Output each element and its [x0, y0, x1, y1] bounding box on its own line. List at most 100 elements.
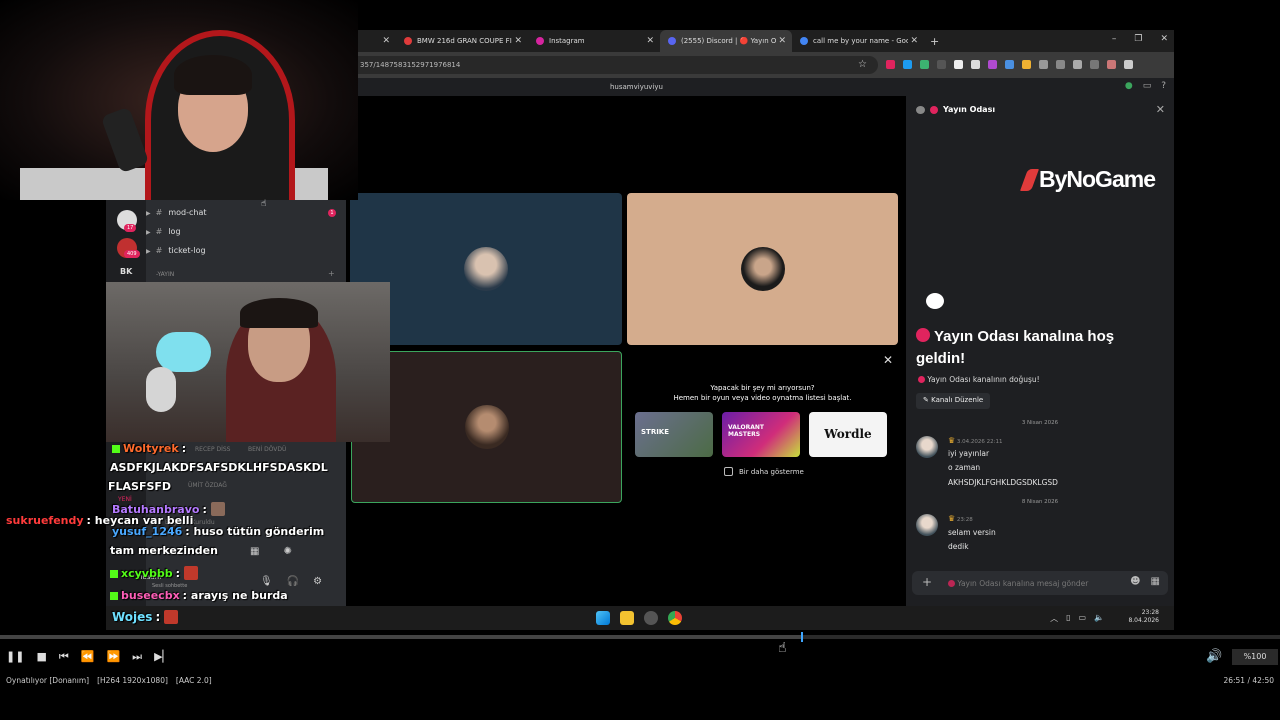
emote-icon	[210, 502, 225, 516]
extension-icon[interactable]	[903, 60, 912, 69]
extension-icon[interactable]	[1005, 60, 1014, 69]
avatar[interactable]	[916, 436, 938, 458]
activity-subtitle-line: Hemen bir oyun veya video oynatma listes…	[673, 394, 852, 402]
browser-tab-bmw[interactable]: BMW 216d GRAN COUPE FIRST ✕	[396, 30, 528, 52]
activity-card-valorant[interactable]: VALORANT MASTERS	[722, 412, 800, 457]
browser-tab-discord[interactable]: (2555) Discord | 🔴 Yayın O ✕	[660, 30, 792, 52]
extension-icon[interactable]	[1090, 60, 1099, 69]
activity-card-strike[interactable]: STRIKE	[635, 412, 713, 457]
dont-show-again[interactable]: Bir daha gösterme	[724, 467, 804, 476]
browser-tab-instagram[interactable]: Instagram ✕	[528, 30, 660, 52]
close-window-button[interactable]: ✕	[1160, 34, 1168, 44]
category-label[interactable]: -YAYIN	[156, 271, 174, 278]
chevron-up-icon[interactable]: ︿	[1050, 613, 1058, 624]
close-tab-icon[interactable]: ✕	[910, 36, 918, 46]
seek-handle[interactable]	[801, 632, 804, 642]
close-icon[interactable]: ✕	[883, 353, 893, 367]
speaker-icon[interactable]: 🔈	[1094, 613, 1104, 624]
extension-icon[interactable]	[1022, 60, 1031, 69]
nitro-icon[interactable]: ●	[1125, 81, 1133, 91]
close-tab-icon[interactable]: ✕	[778, 36, 786, 46]
status-info: Oynatılıyor [Donanım] [H264 1920x1080] […	[6, 676, 212, 685]
add-channel-icon[interactable]: +	[328, 269, 335, 278]
frame-step-icon[interactable]: ▶▏	[154, 650, 171, 664]
date-divider: 8 Nisan 2026	[1021, 499, 1059, 505]
discord-header: husamviyuviyu ● ▭ ?	[358, 78, 1174, 96]
clock-time: 23:28	[1141, 609, 1159, 616]
extension-icon[interactable]	[937, 60, 946, 69]
sub-badge-icon	[112, 445, 120, 453]
welcome-text: Yayın Odası kanalına hoş geldin!	[916, 328, 1115, 367]
minimize-button[interactable]: –	[1112, 34, 1117, 44]
extension-icon[interactable]	[988, 60, 997, 69]
extensions-puzzle-icon[interactable]	[1073, 60, 1082, 69]
inbox-icon[interactable]: ▭	[1143, 81, 1152, 91]
channel-log[interactable]: ▶ # log	[146, 227, 181, 236]
participant-tile[interactable]	[627, 193, 898, 345]
browser-tab[interactable]: ✕	[358, 30, 396, 52]
emote-icon	[183, 566, 198, 580]
extension-icon[interactable]	[971, 60, 980, 69]
close-tab-icon[interactable]: ✕	[382, 36, 390, 46]
channel-ticket-log[interactable]: ▶ # ticket-log	[146, 246, 206, 255]
menu-dots-icon[interactable]	[1124, 60, 1133, 69]
extension-icon[interactable]	[1056, 60, 1065, 69]
url-field[interactable]: 357/1487583152971976814	[358, 56, 878, 74]
playback-buttons: ❚❚ ■ ⏮ ⏪ ⏩ ⏭ ▶▏	[6, 650, 171, 664]
system-clock[interactable]: 23:28 8.04.2026	[1128, 609, 1159, 625]
bookmark-star-icon[interactable]: ☆	[858, 59, 867, 70]
red-circle-icon	[918, 376, 925, 383]
url-text: 357/1487583152971976814	[360, 61, 461, 69]
volume-icon[interactable]: 🔊	[1206, 649, 1222, 664]
avatar[interactable]	[916, 514, 938, 536]
chrome-icon[interactable]	[668, 611, 682, 625]
extension-icon[interactable]	[1039, 60, 1048, 69]
pause-icon[interactable]: ❚❚	[6, 650, 24, 664]
stop-icon[interactable]: ■	[36, 650, 46, 664]
battery-icon[interactable]: ▯	[1066, 613, 1070, 624]
desk-light	[156, 332, 211, 372]
panel-title: Yayın Odası	[943, 105, 996, 114]
status-video-codec: [H264 1920x1080]	[97, 676, 168, 685]
volume-level[interactable]: %100	[1232, 649, 1278, 665]
previous-icon[interactable]: ⏮	[59, 650, 69, 664]
message-composer[interactable]: + Yayın Odası kanalına mesaj gönder ☻ ▦	[912, 571, 1168, 595]
apps-grid-icon[interactable]: ▦	[1151, 576, 1160, 587]
google-favicon-icon	[800, 37, 808, 45]
file-explorer-icon[interactable]	[620, 611, 634, 625]
fast-forward-icon[interactable]: ⏩	[106, 650, 120, 664]
attach-plus-icon[interactable]: +	[922, 575, 932, 589]
red-circle-icon	[948, 580, 955, 587]
obs-icon[interactable]	[644, 611, 658, 625]
rewind-icon[interactable]: ⏪	[81, 650, 95, 664]
maximize-button[interactable]: ❐	[1134, 34, 1142, 44]
close-tab-icon[interactable]: ✕	[646, 36, 654, 46]
emoji-icon[interactable]: ☻	[1130, 576, 1140, 587]
guest-hair	[240, 298, 318, 328]
extension-icon[interactable]	[920, 60, 929, 69]
channel-mod-chat[interactable]: ▶ # mod-chat	[146, 208, 207, 217]
close-panel-icon[interactable]: ✕	[1156, 103, 1165, 116]
close-tab-icon[interactable]: ✕	[514, 36, 522, 46]
activity-card-wordle[interactable]: Wordle	[809, 412, 887, 457]
network-icon[interactable]: ▭	[1078, 613, 1086, 624]
server-label[interactable]: BK	[120, 267, 132, 276]
message-meta: ♛ 3.04.2026 22:11	[948, 436, 1003, 445]
channel-chat-panel: Yayın Odası ✕ ByNoGame Yayın Odası kanal…	[906, 96, 1174, 606]
participant-tile-speaking[interactable]	[351, 351, 622, 503]
extension-icon[interactable]	[886, 60, 895, 69]
extension-icon[interactable]	[954, 60, 963, 69]
new-tab-button[interactable]: +	[930, 35, 939, 48]
participant-tile[interactable]	[350, 193, 622, 345]
help-icon[interactable]: ?	[1161, 81, 1166, 91]
profile-avatar-icon[interactable]	[1107, 60, 1116, 69]
next-icon[interactable]: ⏭	[132, 650, 142, 664]
panel-header: Yayın Odası	[916, 105, 995, 114]
screen: ✕ BMW 216d GRAN COUPE FIRST ✕ Instagram …	[0, 0, 1280, 720]
seek-bar[interactable]	[0, 632, 1280, 642]
windows-start-icon[interactable]	[596, 611, 610, 625]
browser-tab-google[interactable]: call me by your name - Google ✕	[792, 30, 924, 52]
dont-show-checkbox[interactable]	[724, 467, 733, 476]
composer-placeholder: Yayın Odası kanalına mesaj gönder	[948, 579, 1088, 588]
edit-channel-button[interactable]: ✎ Kanalı Düzenle	[916, 393, 991, 409]
